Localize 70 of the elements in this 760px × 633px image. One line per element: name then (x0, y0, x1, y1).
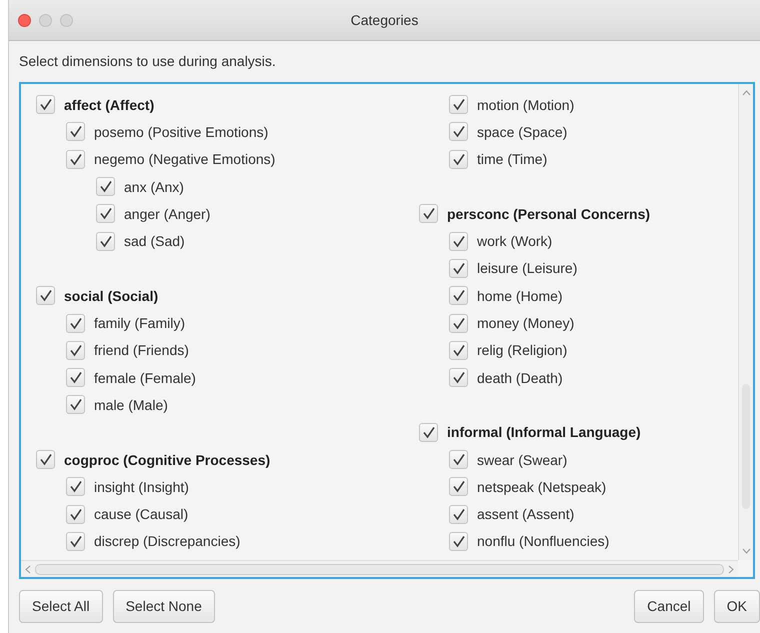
dialog-button[interactable]: Select All (19, 590, 103, 622)
subcategory-label: female (Female) (94, 370, 196, 386)
horizontal-scrollbar[interactable] (21, 560, 738, 577)
subcategory-label: nonflu (Nonfluencies) (477, 533, 610, 550)
subcategory-label: swear (Swear) (477, 452, 568, 468)
checkbox[interactable] (419, 422, 438, 442)
scroll-thumb[interactable] (35, 564, 724, 574)
subcategory-label: home (Home) (477, 288, 563, 304)
checkbox[interactable] (449, 150, 468, 169)
checkbox[interactable] (66, 477, 85, 496)
checkbox[interactable] (66, 395, 85, 414)
checkbox[interactable] (449, 532, 468, 551)
subcategory-label: death (Death) (477, 370, 563, 386)
subcategory-label: work (Work) (477, 233, 552, 250)
vertical-scrollbar[interactable] (738, 84, 753, 560)
dialog-button[interactable]: Cancel (634, 590, 704, 622)
subcategory-label: discrep (Discrepancies) (94, 533, 240, 550)
checkbox[interactable] (96, 204, 115, 224)
subcategory-label: space (Space) (477, 124, 568, 140)
subcategory-label: family (Family) (94, 315, 185, 332)
checkbox[interactable] (449, 232, 468, 251)
checkbox[interactable] (449, 95, 468, 114)
checkbox[interactable] (449, 340, 468, 360)
instruction-text: Select dimensions to use during analysis. (19, 53, 276, 69)
subcategory-label: money (Money) (477, 315, 574, 332)
checkbox[interactable] (449, 368, 468, 388)
window-title: Categories (350, 12, 418, 28)
category-label: social (Social) (64, 288, 158, 304)
subcategory-label: posemo (Positive Emotions) (94, 124, 268, 140)
dialog-button[interactable]: OK (714, 590, 760, 622)
subcategory-label: male (Male) (94, 396, 168, 413)
checkbox[interactable] (449, 504, 468, 524)
checkbox[interactable] (66, 150, 85, 169)
checkbox[interactable] (36, 95, 55, 114)
checkbox[interactable] (36, 450, 55, 469)
checkbox[interactable] (66, 122, 85, 142)
subcategory-label: insight (Insight) (94, 478, 189, 495)
checkbox[interactable] (96, 232, 115, 251)
subcategory-label: cause (Causal) (94, 506, 188, 522)
close-button[interactable] (18, 14, 31, 26)
checkbox[interactable] (66, 368, 85, 388)
category-label: persconc (Personal Concerns) (447, 206, 650, 222)
category-label: informal (Informal Language) (447, 424, 641, 440)
checkbox[interactable] (449, 258, 468, 278)
dialog-button[interactable]: Select None (112, 590, 215, 622)
subcategory-label: anx (Anx) (124, 178, 184, 195)
subcategory-label: sad (Sad) (124, 233, 185, 250)
checkbox[interactable] (66, 314, 85, 333)
checkbox[interactable] (36, 286, 55, 306)
checkbox[interactable] (66, 504, 85, 524)
checkbox[interactable] (449, 286, 468, 306)
subcategory-label: netspeak (Netspeak) (477, 478, 606, 495)
subcategory-label: negemo (Negative Emotions) (94, 151, 276, 168)
checkbox[interactable] (449, 314, 468, 333)
checkbox[interactable] (449, 122, 468, 142)
category-label: cogproc (Cognitive Processes) (64, 452, 270, 468)
checkbox[interactable] (96, 177, 115, 196)
subcategory-label: assent (Assent) (477, 506, 574, 522)
subcategory-label: friend (Friends) (94, 342, 189, 358)
subcategory-label: leisure (Leisure) (477, 260, 578, 276)
category-label: affect (Affect) (64, 96, 154, 113)
checkbox[interactable] (66, 532, 85, 551)
subcategory-label: anger (Anger) (124, 206, 210, 222)
checkbox[interactable] (419, 204, 438, 224)
subcategory-label: motion (Motion) (477, 96, 574, 113)
checkbox[interactable] (449, 477, 468, 496)
subcategory-label: relig (Religion) (477, 342, 568, 358)
checkbox[interactable] (449, 450, 468, 469)
subcategory-label: time (Time) (477, 151, 548, 168)
checkbox[interactable] (66, 340, 85, 360)
